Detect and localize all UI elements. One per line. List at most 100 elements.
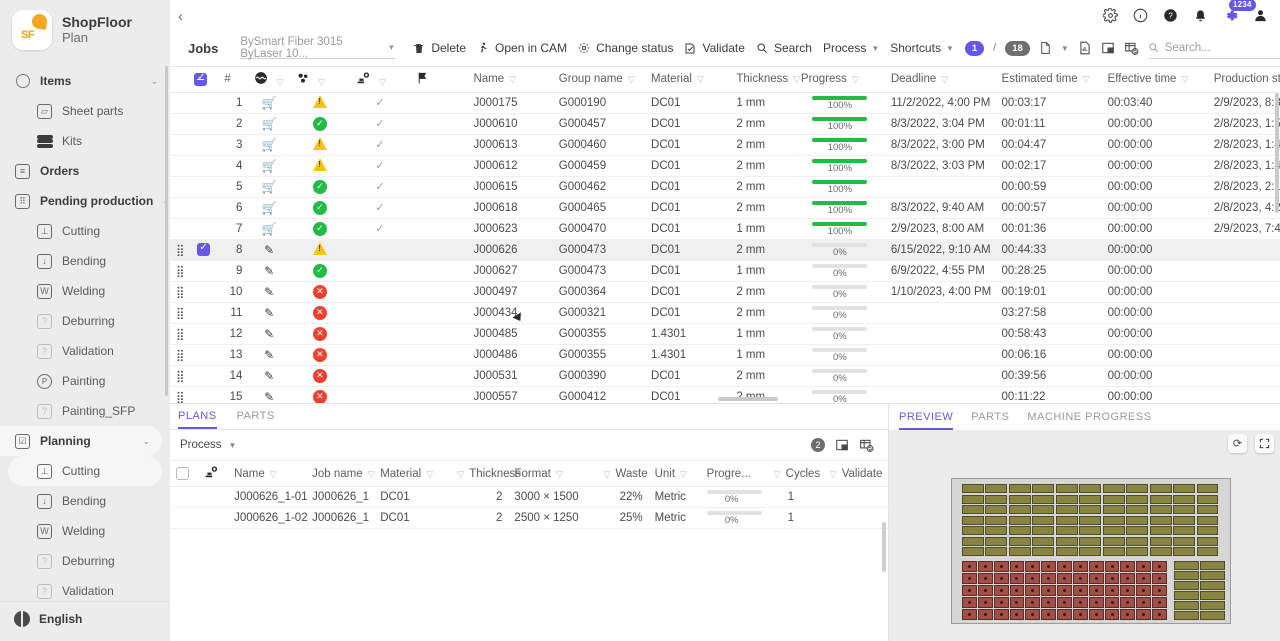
sidebar-item-pending-production[interactable]: ⠿Pending production⌄	[0, 186, 170, 216]
row-checkbox-cell[interactable]	[188, 92, 219, 114]
refresh-table-icon[interactable]	[1124, 41, 1139, 55]
jobs-horizontal-scrollbar[interactable]	[718, 397, 778, 401]
row-checkbox-cell[interactable]	[188, 323, 219, 345]
col-unit[interactable]: Unit ▽	[648, 460, 701, 487]
table-row[interactable]: ⣿ 9 ✎ ✓ J000627 G000473 DC01 1 mm 0% 6/9/2022, 4:…	[170, 260, 1280, 282]
table-row[interactable]: 5 🛒 ✓ ✓ J000615 G000462 DC01 2 mm 100% 00:00:59 00…	[170, 176, 1280, 198]
refresh-table-icon[interactable]	[859, 438, 874, 452]
col-estimated-time[interactable]: Estimated time ▽	[995, 67, 1102, 93]
col-group-name[interactable]: Group name ▽	[552, 67, 646, 93]
tab-parts[interactable]: PARTS	[237, 410, 275, 429]
col-material[interactable]: Material ▽	[645, 67, 731, 93]
table-row[interactable]: 1 🛒 ✓ J000175G000190DC011 mm 100% 11/2/2022, …	[170, 92, 1280, 114]
row-checkbox[interactable]	[196, 242, 210, 256]
sidebar-item-painting[interactable]: P Painting	[0, 366, 170, 396]
sidebar-item-welding[interactable]: W Welding	[0, 516, 170, 546]
table-row[interactable]: 7 🛒 ✓ ✓ J000623 G000470 DC01 1 mm 100% 2/9/2023, …	[170, 218, 1280, 240]
row-checkbox-cell[interactable]	[170, 507, 199, 529]
col-validate[interactable]: ▽ Validate	[818, 460, 889, 487]
refresh-icon[interactable]: ⟳	[1228, 434, 1247, 453]
col-format[interactable]: Format ▽	[508, 460, 593, 487]
table-row[interactable]: 2 🛒 ✓ ✓ J000610 G000457 DC01 2 mm 100% 8/3/2022, …	[170, 113, 1280, 135]
language-selector[interactable]: English	[0, 601, 170, 635]
tab-machine-progress[interactable]: MACHINE PROGRESS	[1027, 411, 1151, 430]
shortcuts-button[interactable]: Shortcuts	[890, 41, 952, 55]
sidebar-item-deburring[interactable]: ? Deburring	[0, 546, 170, 576]
row-checkbox-cell[interactable]	[188, 239, 219, 261]
col-cycles[interactable]: ▽ Cycles	[762, 460, 820, 487]
drag-handle[interactable]: ⣿	[170, 260, 189, 282]
shortcuts-chevron-down-icon[interactable]: ▼	[946, 44, 954, 53]
row-flag-cell[interactable]	[409, 113, 468, 135]
drag-handle[interactable]: ⣿	[170, 281, 189, 303]
row-flag-cell[interactable]	[409, 344, 468, 366]
table-row[interactable]: ⣿ 11 ✎ ✕ J000434 G000321 DC01 2 mm 0% 03:27:58 00:…	[170, 302, 1280, 324]
col-job-name[interactable]: Job name ▽	[306, 460, 375, 487]
row-checkbox-cell[interactable]	[188, 281, 219, 303]
sidebar-item-cutting[interactable]: ⊥ Cutting	[0, 216, 170, 246]
row-flag-cell[interactable]	[409, 239, 468, 261]
machine-select[interactable]: BySmart Fiber 3015 ByLaser 10... ▼	[240, 36, 396, 60]
col-progress[interactable]: Progress ▽	[794, 67, 885, 93]
tab-preview[interactable]: PREVIEW	[899, 411, 954, 430]
row-flag-cell[interactable]	[409, 92, 468, 114]
drag-handle[interactable]: ⣿	[170, 239, 189, 261]
drag-handle[interactable]: ⣿	[170, 365, 189, 387]
drag-handle[interactable]: ⣿	[170, 344, 189, 366]
sidebar-item-kits[interactable]: Kits	[0, 126, 170, 156]
sidebar-item-deburring[interactable]: ? Deburring	[0, 306, 170, 336]
sidebar-item-orders[interactable]: ≡ Orders	[0, 156, 170, 186]
sidebar-item-items[interactable]: Items ⌄	[0, 66, 170, 96]
sidebar-item-sheet-parts[interactable]: ▱ Sheet parts	[0, 96, 170, 126]
plans-select-all-checkbox[interactable]	[176, 467, 189, 480]
col-effective-time[interactable]: Effective time ▽	[1101, 67, 1208, 93]
col-cam-icon[interactable]: ▽	[349, 67, 410, 93]
gear-icon[interactable]	[1103, 7, 1118, 23]
table-row[interactable]: J000626_1-01 J000626_1 DC01 2 3000 × 1500 22%…	[170, 486, 889, 508]
sidebar-item-painting-sfp[interactable]: ? Painting_SFP	[0, 396, 170, 426]
drag-handle[interactable]: ⣿	[170, 323, 189, 345]
row-checkbox-cell[interactable]	[188, 260, 219, 282]
chevron-down-icon[interactable]: ⌄	[142, 436, 150, 447]
tab-parts[interactable]: PARTS	[971, 411, 1009, 430]
document-icon[interactable]	[1039, 41, 1052, 55]
row-flag-cell[interactable]	[409, 260, 468, 282]
sidebar-item-bending[interactable]: ↓ Bending	[0, 246, 170, 276]
row-flag-cell[interactable]	[409, 281, 468, 303]
bell-icon[interactable]	[1193, 7, 1208, 23]
drag-handle[interactable]: ⣿	[170, 386, 189, 403]
col-waste[interactable]: ▽ Waste	[592, 460, 649, 487]
col-select-all[interactable]	[188, 67, 219, 93]
sidebar-item-bending[interactable]: ↓ Bending	[0, 486, 170, 516]
table-row[interactable]: ⣿ 10 ✎ ✕ J000497 G000364 DC01 2 mm 0% 1/10/2023, …	[170, 281, 1280, 303]
plans-vertical-scrollbar[interactable]	[882, 522, 886, 572]
col-production-start[interactable]: Production start	[1207, 67, 1280, 93]
table-row[interactable]: 6 🛒 ✓ ✓ J000618 G000465 DC01 2 mm 100% 8/3/2022, …	[170, 197, 1280, 219]
export-window-icon[interactable]	[1101, 41, 1115, 55]
table-row[interactable]: 3 🛒 ✓ J000613G000460DC012 mm 100% 8/3/2022, 3…	[170, 134, 1280, 156]
row-checkbox-cell[interactable]	[188, 302, 219, 324]
filter-icon[interactable]: ▽	[318, 77, 325, 87]
row-checkbox-cell[interactable]	[188, 176, 219, 198]
gear-notifications-icon[interactable]: 1234	[1223, 0, 1256, 23]
col-material[interactable]: Material ▽	[374, 460, 447, 487]
select-all-checkbox[interactable]	[194, 72, 208, 86]
row-flag-cell[interactable]	[409, 302, 468, 324]
export-window-icon[interactable]	[835, 438, 849, 452]
table-row[interactable]: ⣿ 13 ✎ ✕ J000486 G000355 1.4301 1 mm 0% 00:06:16 0…	[170, 344, 1280, 366]
row-checkbox-cell[interactable]	[188, 218, 219, 240]
chevron-down-icon[interactable]: ⌄	[150, 76, 158, 87]
back-button[interactable]: ‹	[178, 8, 183, 25]
row-flag-cell[interactable]	[409, 386, 468, 403]
fullscreen-icon[interactable]	[1255, 434, 1274, 453]
validate-button[interactable]: Validate	[684, 41, 755, 55]
filter-icon[interactable]: ▽	[379, 77, 386, 87]
row-checkbox-cell[interactable]	[170, 486, 199, 508]
row-checkbox-cell[interactable]	[188, 113, 219, 135]
plans-process-button[interactable]: Process ▼	[180, 439, 236, 451]
sidebar-item-planning[interactable]: ☑ Planning ⌄	[0, 426, 162, 456]
row-checkbox-cell[interactable]	[188, 155, 219, 177]
row-flag-cell[interactable]	[409, 134, 468, 156]
preview-canvas[interactable]: ⟳	[889, 430, 1280, 641]
row-checkbox-cell[interactable]	[188, 197, 219, 219]
